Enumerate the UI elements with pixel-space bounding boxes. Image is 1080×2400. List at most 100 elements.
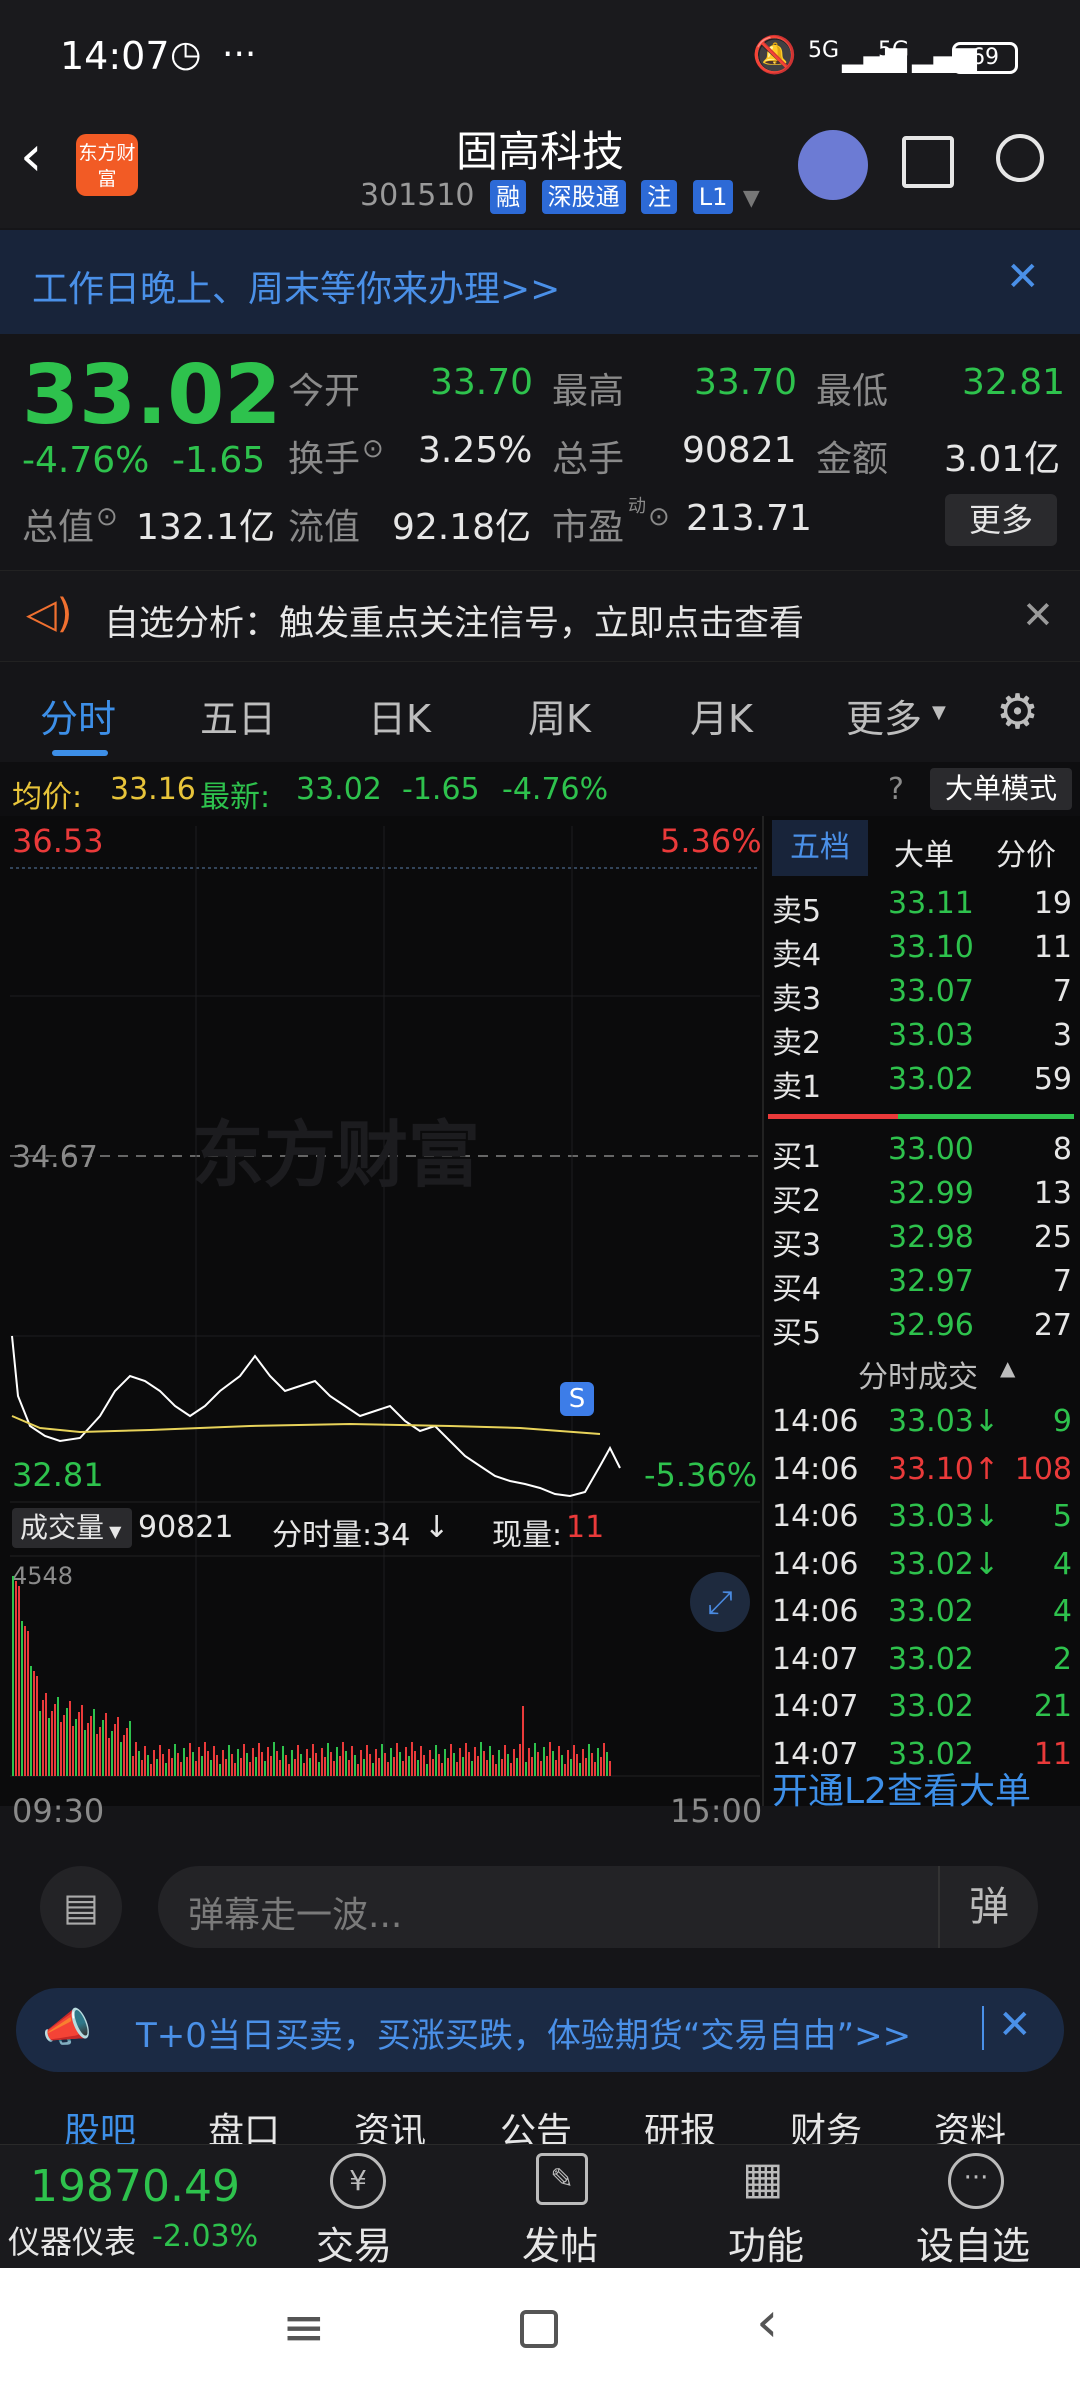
tab-five-level[interactable]: 五档: [772, 820, 868, 876]
tab-more[interactable]: 更多: [846, 688, 922, 743]
post-label[interactable]: 发帖: [522, 2215, 598, 2270]
help-icon[interactable]: ?: [888, 772, 904, 807]
robot-assistant-icon[interactable]: [798, 130, 868, 200]
futures-banner[interactable]: 📣 T+0当日买卖，买涨买跌，体验期货“交易自由”>> ✕: [16, 1988, 1064, 2072]
ob-volume: 7: [1052, 974, 1072, 1009]
volume-bar: [456, 1762, 458, 1776]
menu-icon[interactable]: ≡: [282, 2298, 326, 2358]
volume-bar: [234, 1763, 236, 1776]
tab-research[interactable]: 研报: [644, 2102, 716, 2144]
volume-bar: [429, 1750, 431, 1776]
tab-handicap[interactable]: 盘口: [208, 2102, 280, 2144]
volume-bar: [603, 1743, 605, 1776]
tab-finance[interactable]: 财务: [790, 2102, 862, 2144]
more-button[interactable]: 更多: [945, 494, 1057, 546]
amount-label: 金额: [816, 439, 889, 480]
volume-bar: [435, 1745, 437, 1776]
volume-bar: [294, 1759, 296, 1776]
tick-volume: 21: [1033, 1689, 1072, 1724]
avg-label: 均价:: [12, 780, 83, 815]
tick-price: 33.02: [888, 1641, 974, 1677]
danmu-settings-icon[interactable]: ▤: [40, 1866, 122, 1948]
open-label: 今开: [288, 371, 361, 412]
chevron-down-icon[interactable]: ▼: [743, 186, 760, 211]
tick-volume: 4: [1052, 1594, 1072, 1629]
tab-monthly-k[interactable]: 月K: [690, 688, 753, 743]
volume-bar: [48, 1718, 50, 1776]
indicator-select[interactable]: 成交量 ▼: [12, 1508, 132, 1548]
tab-announcement[interactable]: 公告: [500, 2102, 572, 2144]
volume-bar: [420, 1746, 422, 1776]
volume-bar: [105, 1713, 107, 1776]
tab-big-order[interactable]: 大单: [894, 830, 954, 874]
ob-volume: 7: [1052, 1264, 1072, 1299]
volume-bar: [147, 1755, 149, 1776]
volume-bar: [138, 1751, 140, 1776]
add-watchlist-label[interactable]: 设自选: [916, 2215, 1030, 2270]
danmu-input[interactable]: 弹幕走一波... 弹: [158, 1866, 1038, 1948]
sector-index-value[interactable]: 19870.49: [30, 2161, 240, 2212]
ob-label: 卖5: [772, 894, 822, 929]
back-nav-icon[interactable]: ‹: [756, 2290, 778, 2355]
tab-forum[interactable]: 股吧: [64, 2102, 136, 2144]
volume-bar: [171, 1758, 173, 1776]
tab-price-dist[interactable]: 分价: [996, 830, 1056, 874]
add-watchlist-icon[interactable]: ···: [948, 2153, 1004, 2209]
info-icon[interactable]: ⊙: [96, 502, 118, 532]
volume-bar: [264, 1761, 266, 1776]
promo-banner[interactable]: 工作日晚上、周末等你来办理>> ✕: [0, 230, 1080, 334]
function-label[interactable]: 功能: [728, 2215, 804, 2270]
tab-profile[interactable]: 资料: [934, 2102, 1006, 2144]
tab-news[interactable]: 资讯: [354, 2102, 426, 2144]
sector-name[interactable]: 仪器仪表: [8, 2217, 136, 2263]
search-icon[interactable]: [996, 134, 1044, 182]
volume-bar: [327, 1743, 329, 1776]
intraday-chart[interactable]: 东方财富 36.53 5.36% 34.67 32.81 -5.36% S 成交…: [0, 816, 762, 1830]
volume-bar: [21, 1621, 23, 1776]
promo-text[interactable]: 工作日晚上、周末等你来办理>>: [32, 260, 560, 312]
apps-icon[interactable]: ▦: [742, 2153, 784, 2204]
clock-icon: ◷: [170, 34, 202, 75]
volume-bar: [63, 1715, 65, 1776]
futures-text[interactable]: T+0当日买卖，买涨买跌，体验期货“交易自由”>>: [136, 2008, 911, 2057]
info-icon[interactable]: ⊙: [362, 434, 384, 464]
volume-bar: [75, 1719, 77, 1776]
home-icon[interactable]: [520, 2310, 558, 2348]
volume-bar: [60, 1722, 62, 1776]
close-icon[interactable]: ✕: [1022, 593, 1054, 637]
trade-label[interactable]: 交易: [316, 2215, 392, 2270]
volume-bar: [273, 1742, 275, 1776]
sell-signal-marker[interactable]: S: [560, 1382, 594, 1416]
net-5g-2: 5G: [878, 38, 910, 63]
ob-price: 33.11: [888, 886, 974, 921]
close-icon[interactable]: ✕: [998, 2002, 1032, 2048]
close-icon[interactable]: ✕: [1006, 254, 1040, 300]
volume-bar: [336, 1747, 338, 1776]
danmu-bar: ▤ 弹幕走一波... 弹: [0, 1836, 1080, 1976]
volume-bar: [39, 1711, 41, 1776]
avg-info-bar: 均价: 33.16 最新: 33.02 -1.65 -4.76% ? 大单模式: [0, 762, 1080, 816]
tab-weekly-k[interactable]: 周K: [528, 688, 591, 743]
share-icon[interactable]: [902, 136, 954, 188]
tab-daily-k[interactable]: 日K: [368, 688, 431, 743]
volume-bar: [222, 1750, 224, 1776]
chevron-down-icon[interactable]: ▼: [932, 702, 946, 723]
tab-intraday[interactable]: 分时: [40, 688, 116, 743]
gear-icon[interactable]: ⚙: [996, 684, 1039, 740]
danmu-toggle-button[interactable]: 弹: [938, 1866, 1038, 1948]
divider: [982, 2006, 984, 2050]
ob-volume: 27: [1033, 1308, 1072, 1343]
info-icon[interactable]: ⊙: [648, 502, 670, 532]
tab-five-day[interactable]: 五日: [200, 688, 276, 743]
order-book-panel: 五档 大单 分价 分时成交 ▲ 开通L2查看大单 卖5 33.11 19 卖4 33.1…: [762, 816, 1080, 1812]
analysis-notice[interactable]: ◁) 自选分析：触发重点关注信号，立即点击查看 ✕: [0, 570, 1080, 662]
tick-time: 14:07: [772, 1641, 859, 1677]
volume-bar: [351, 1746, 353, 1776]
big-order-mode-button[interactable]: 大单模式: [930, 768, 1072, 810]
tick-volume: 2: [1052, 1641, 1072, 1677]
upper-price-label: 36.53: [12, 822, 104, 860]
post-icon[interactable]: ✎: [536, 2153, 588, 2205]
trade-icon[interactable]: ¥: [330, 2153, 386, 2209]
chevron-up-icon[interactable]: ▲: [1000, 1356, 1015, 1380]
notice-text[interactable]: 自选分析：触发重点关注信号，立即点击查看: [104, 595, 804, 646]
